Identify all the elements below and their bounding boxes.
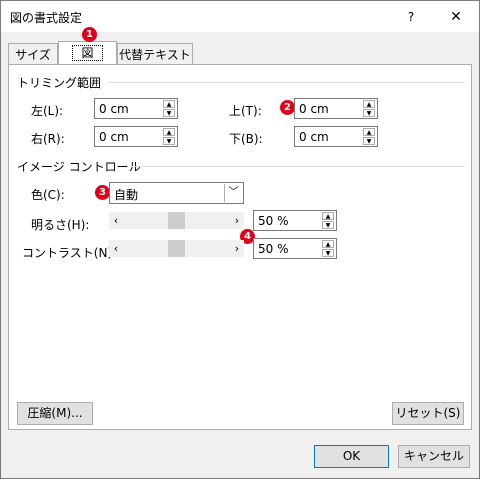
annotation-badge-1: 1 [82, 27, 97, 42]
contrast-slider[interactable]: ‹ › [109, 240, 244, 257]
brightness-spinner[interactable]: 50 % ▲ ▼ [253, 210, 337, 231]
tab-size[interactable]: サイズ [8, 43, 58, 65]
color-select[interactable]: 自動 ﹀ [109, 182, 244, 204]
slider-right-arrow-icon[interactable]: › [230, 213, 244, 228]
color-select-value: 自動 [114, 188, 139, 202]
tab-size-label: サイズ [15, 48, 51, 62]
slider-left-arrow-icon[interactable]: ‹ [109, 241, 123, 256]
crop-bottom-label: 下(B): [229, 132, 263, 146]
crop-left-up-arrow-icon[interactable]: ▲ [163, 100, 175, 108]
dialog-title: 図の書式設定 [10, 11, 83, 25]
annotation-badge-3: 3 [95, 185, 110, 200]
crop-bottom-value: 0 cm [299, 130, 329, 144]
crop-bottom-down-arrow-icon[interactable]: ▼ [363, 137, 375, 145]
annotation-badge-2: 2 [280, 100, 295, 115]
title-bar: 図の書式設定 ? ✕ [1, 1, 479, 32]
brightness-label: 明るさ(H): [31, 218, 90, 232]
brightness-down-arrow-icon[interactable]: ▼ [322, 221, 334, 229]
crop-right-label: 右(R): [31, 132, 65, 146]
contrast-slider-thumb[interactable] [168, 240, 185, 257]
crop-top-label: 上(T): [229, 104, 262, 118]
contrast-spinner[interactable]: 50 % ▲ ▼ [253, 238, 337, 259]
trimming-divider [109, 82, 465, 83]
brightness-slider[interactable]: ‹ › [109, 212, 244, 229]
brightness-slider-thumb[interactable] [168, 212, 185, 229]
cancel-button[interactable]: キャンセル [398, 445, 470, 468]
format-picture-dialog: 図の書式設定 ? ✕ サイズ 図 代替テキスト 1 トリミング範囲 左(L): … [0, 0, 480, 479]
contrast-label: コントラスト(N): [22, 246, 117, 260]
crop-bottom-up-arrow-icon[interactable]: ▲ [363, 128, 375, 136]
close-button[interactable]: ✕ [445, 7, 467, 27]
crop-right-down-arrow-icon[interactable]: ▼ [163, 137, 175, 145]
tab-alt-text-label: 代替テキスト [119, 48, 191, 62]
contrast-up-arrow-icon[interactable]: ▲ [322, 240, 334, 248]
tab-picture-label: 図 [72, 45, 103, 61]
ok-button[interactable]: OK [314, 445, 389, 468]
color-label: 色(C): [31, 188, 65, 202]
crop-right-value: 0 cm [99, 130, 129, 144]
crop-top-up-arrow-icon[interactable]: ▲ [363, 100, 375, 108]
slider-left-arrow-icon[interactable]: ‹ [109, 213, 123, 228]
crop-top-spinner[interactable]: 0 cm ▲ ▼ [294, 98, 378, 119]
brightness-up-arrow-icon[interactable]: ▲ [322, 212, 334, 220]
contrast-down-arrow-icon[interactable]: ▼ [322, 249, 334, 257]
crop-left-label: 左(L): [31, 104, 64, 118]
crop-top-down-arrow-icon[interactable]: ▼ [363, 109, 375, 117]
brightness-value: 50 % [258, 214, 289, 228]
image-control-heading: イメージ コントロール [17, 160, 141, 174]
crop-right-up-arrow-icon[interactable]: ▲ [163, 128, 175, 136]
slider-right-arrow-icon[interactable]: › [230, 241, 244, 256]
tab-picture[interactable]: 図 [58, 41, 117, 65]
crop-right-spinner[interactable]: 0 cm ▲ ▼ [94, 126, 178, 147]
reset-button[interactable]: リセット(S) [392, 402, 464, 425]
image-control-divider [131, 166, 465, 167]
picture-tab-panel: トリミング範囲 左(L): 0 cm ▲ ▼ 上(T): 2 0 cm ▲ ▼ 右(… [8, 64, 472, 430]
trimming-heading: トリミング範囲 [17, 76, 102, 90]
crop-left-spinner[interactable]: 0 cm ▲ ▼ [94, 98, 178, 119]
chevron-down-icon[interactable]: ﹀ [224, 184, 242, 202]
crop-left-down-arrow-icon[interactable]: ▼ [163, 109, 175, 117]
compress-button[interactable]: 圧縮(M)... [17, 402, 93, 425]
tab-alt-text[interactable]: 代替テキスト [117, 43, 193, 65]
crop-left-value: 0 cm [99, 102, 129, 116]
help-button[interactable]: ? [401, 7, 421, 27]
crop-top-value: 0 cm [299, 102, 329, 116]
contrast-value: 50 % [258, 242, 289, 256]
crop-bottom-spinner[interactable]: 0 cm ▲ ▼ [294, 126, 378, 147]
